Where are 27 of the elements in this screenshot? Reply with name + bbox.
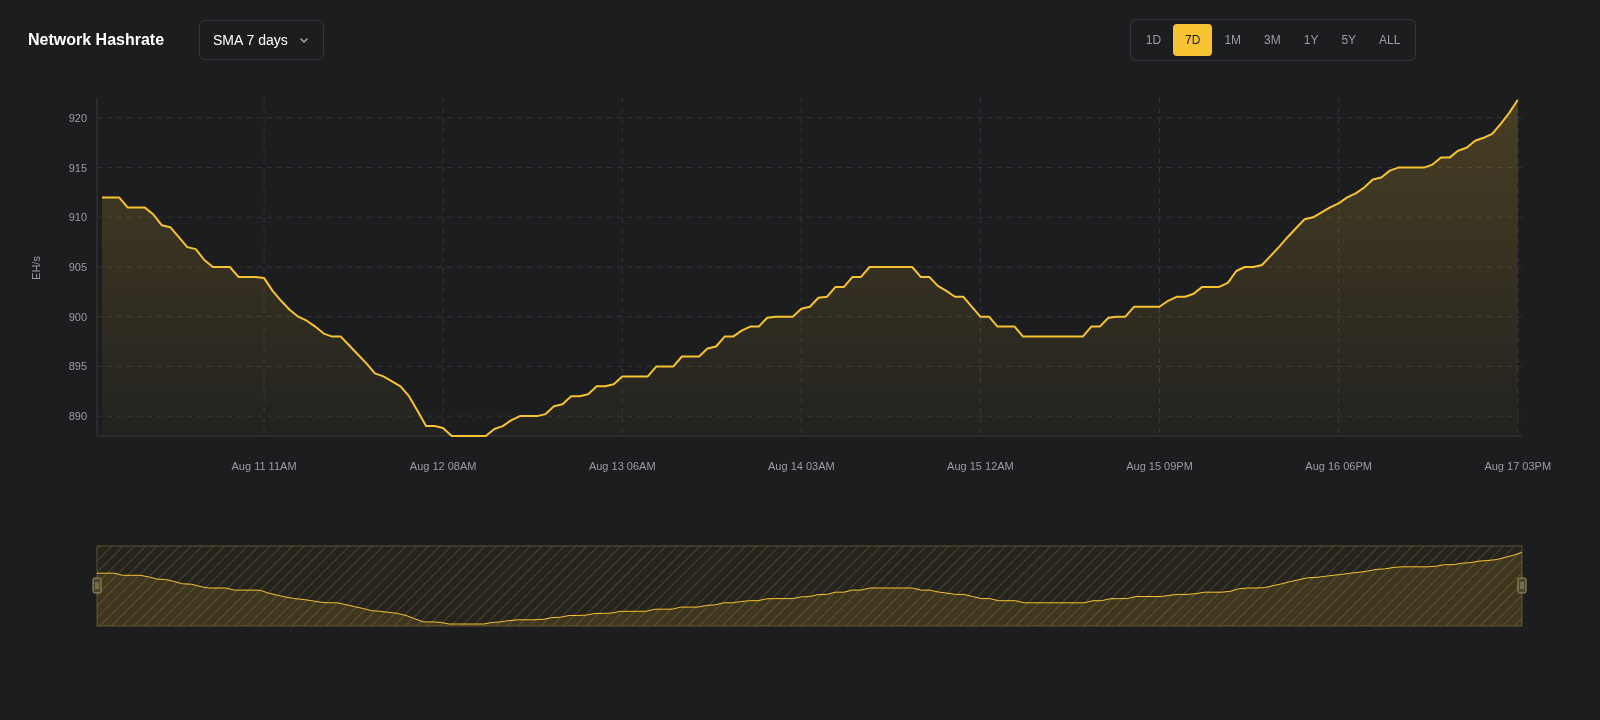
- y-tick-label: 900: [68, 310, 87, 323]
- page-title: Network Hashrate: [28, 31, 165, 48]
- x-tick-label: Aug 12 08AM: [409, 460, 477, 472]
- y-axis-label: EH/s: [30, 256, 42, 280]
- range-button[interactable]: ALL: [1368, 24, 1412, 56]
- x-tick-label: Aug 11 11AM: [231, 460, 297, 472]
- range-button[interactable]: 7D: [1173, 24, 1213, 56]
- x-tick-label: Aug 15 12AM: [947, 460, 1014, 472]
- y-tick-label: 905: [68, 261, 87, 273]
- y-tick-label: 890: [68, 410, 87, 423]
- x-tick-label: Aug 13 06AM: [588, 460, 656, 472]
- range-handle[interactable]: [92, 577, 102, 594]
- x-tick-label: Aug 15 09PM: [1126, 460, 1193, 472]
- range-button[interactable]: 5Y: [1330, 24, 1368, 56]
- y-tick-label: 915: [68, 161, 87, 174]
- y-tick-label: 920: [68, 111, 87, 124]
- y-tick-label: 910: [68, 211, 87, 224]
- sma-dropdown[interactable]: SMA 7 days: [199, 20, 324, 60]
- range-button[interactable]: 1D: [1134, 24, 1173, 56]
- range-handle[interactable]: [1517, 577, 1527, 594]
- range-button[interactable]: 3M: [1253, 24, 1292, 56]
- x-tick-label: Aug 14 03AM: [768, 460, 835, 472]
- x-tick-label: Aug 17 03PM: [1484, 460, 1552, 472]
- range-button[interactable]: 1M: [1213, 24, 1253, 56]
- y-tick-label: 895: [68, 360, 87, 373]
- x-tick-label: Aug 16 06PM: [1305, 460, 1372, 472]
- range-button[interactable]: 1Y: [1292, 24, 1330, 56]
